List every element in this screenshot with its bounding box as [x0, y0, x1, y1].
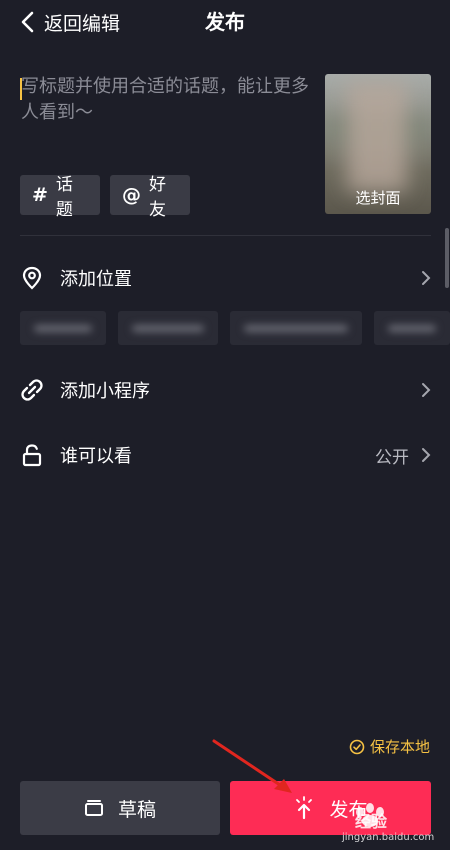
chevron-right-icon	[422, 383, 431, 397]
page-title: 发布	[205, 10, 245, 34]
save-local-toggle[interactable]: 保存本地	[349, 736, 430, 757]
check-circle-icon	[349, 739, 365, 754]
visibility-value: 公开	[375, 447, 409, 468]
draft-label: 草稿	[117, 798, 156, 821]
draft-box-icon	[84, 800, 103, 816]
mention-friend-chip[interactable]: @ 好友	[110, 175, 190, 220]
annotation-arrow	[212, 739, 292, 793]
chevron-right-icon	[422, 271, 431, 285]
unlock-icon	[20, 443, 44, 467]
add-location-label: 添加位置	[60, 269, 132, 290]
friend-chip-label: 好友	[149, 175, 166, 220]
scrollbar[interactable]	[445, 228, 449, 288]
add-mini-program-row[interactable]: 添加小程序	[20, 370, 431, 410]
save-local-label: 保存本地	[369, 738, 430, 756]
watermark-url: jingyan.baidu.com	[342, 832, 435, 843]
visibility-row[interactable]: 谁可以看 公开	[20, 435, 431, 475]
cover-selector[interactable]: 选封面	[325, 74, 431, 214]
location-suggestion[interactable]	[20, 311, 106, 345]
caption-input[interactable]	[21, 74, 321, 134]
topic-chip-label: 话题	[55, 175, 73, 220]
location-pin-icon	[20, 266, 44, 290]
add-mini-program-label: 添加小程序	[60, 381, 150, 402]
at-icon: @	[122, 184, 141, 206]
watermark-text: 经验	[355, 812, 388, 831]
link-icon	[20, 378, 44, 402]
draft-button[interactable]: 草稿	[20, 781, 220, 835]
divider	[20, 235, 431, 236]
add-location-row[interactable]: 添加位置	[20, 258, 431, 298]
location-suggestion[interactable]	[374, 311, 450, 345]
chevron-right-icon	[422, 448, 431, 462]
location-suggestion[interactable]	[118, 311, 218, 345]
cover-label: 选封面	[355, 189, 401, 207]
hashtag-icon: #	[32, 184, 48, 206]
location-suggestion[interactable]	[230, 311, 362, 345]
visibility-label: 谁可以看	[60, 446, 132, 467]
topic-chip[interactable]: # 话题	[20, 175, 100, 220]
